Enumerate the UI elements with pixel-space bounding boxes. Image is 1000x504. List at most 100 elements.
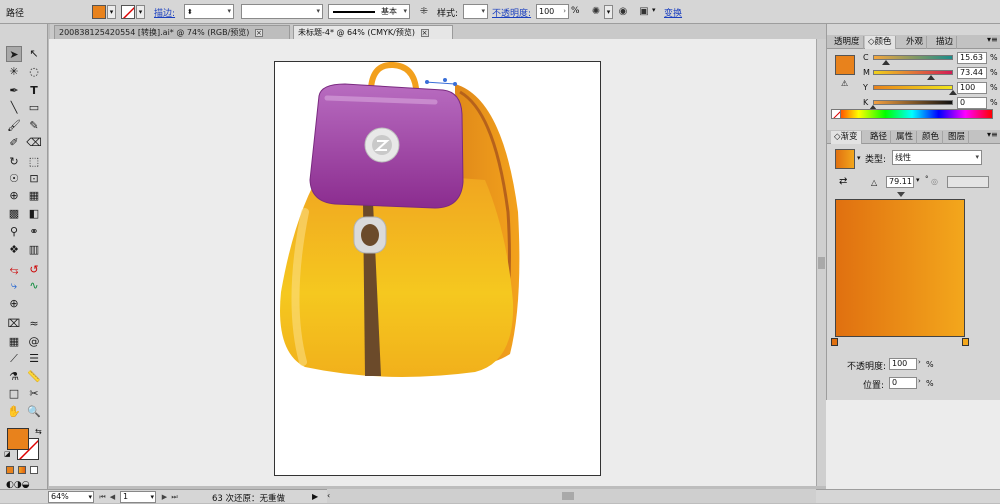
graphic-style-field[interactable]: ▾ (463, 4, 488, 19)
aspect-ratio-field[interactable] (947, 176, 989, 188)
tab-document-1[interactable]: 200838125420554 [转换].ai* @ 74% (RGB/预览) … (54, 25, 290, 39)
tab-document-2[interactable]: 未标题-4* @ 64% (CMYK/预览) × (293, 25, 453, 39)
selection-tool-icon[interactable]: ➤ (6, 46, 22, 62)
panel-menu-icon[interactable]: ▾≡ (987, 35, 998, 44)
eraser-icon[interactable]: ⌫ (26, 135, 42, 151)
tab-color[interactable]: ◇颜色 (865, 36, 896, 49)
color-spectrum[interactable] (831, 109, 993, 119)
rotate-view-icon[interactable]: ↺ (26, 262, 42, 278)
blend-tool-icon[interactable]: ⚭ (26, 224, 42, 240)
swap-colors-icon[interactable]: ⇆ (35, 427, 42, 436)
channel-slider-m[interactable] (873, 70, 953, 75)
blob-brush-icon[interactable]: ✐ (6, 135, 22, 151)
gradient-swatch[interactable] (835, 149, 855, 169)
gradient-stop-end[interactable] (962, 338, 969, 346)
magic-wand-icon[interactable]: ✳ (6, 64, 22, 80)
tab-attributes[interactable]: 属性 (893, 131, 918, 144)
chevron-down-icon[interactable]: ▾ (916, 176, 920, 184)
align-grid-icon[interactable]: ▣ (637, 5, 651, 19)
color-fill-swatch[interactable] (835, 55, 855, 75)
isolate-icon[interactable]: ◉ (616, 5, 630, 19)
eyedropper-alt-icon[interactable]: ⚗ (6, 369, 22, 385)
tab-layers[interactable]: 图层 (945, 131, 970, 144)
zoom-tool-icon[interactable]: 🔍 (26, 404, 42, 420)
tab-path[interactable]: 路径 (867, 131, 892, 144)
transform-link[interactable]: 变换 (664, 6, 682, 19)
opacity-field[interactable]: 100 › (536, 4, 569, 19)
channel-value-c[interactable]: 15.63 (957, 52, 987, 64)
close-icon[interactable]: × (420, 29, 429, 37)
none-swatch[interactable] (831, 109, 841, 119)
target-tool-icon[interactable]: ⊕ (6, 296, 22, 312)
zoom-field[interactable]: 64% ▾ (48, 491, 94, 503)
status-menu-icon[interactable]: ▶ (312, 492, 318, 501)
curvature-tool-icon[interactable]: ∿ (26, 278, 42, 294)
scroll-thumb[interactable] (562, 492, 574, 500)
artboard-number-field[interactable]: 1 ▾ (120, 491, 156, 503)
horizontal-scrollbar[interactable]: ‹ (327, 489, 816, 503)
slider-knob[interactable] (881, 60, 890, 65)
last-artboard-icon[interactable]: ⏭ (170, 492, 179, 502)
gradient-type-select[interactable]: 线性 ▾ (892, 150, 982, 165)
rotate-tool-icon[interactable]: ↻ (6, 154, 22, 170)
wave-icon[interactable]: ≈ (26, 316, 42, 332)
grid-tool-icon[interactable]: ▦ (6, 334, 22, 350)
pencil-icon[interactable]: ✎ (26, 118, 42, 134)
prev-artboard-icon[interactable]: ◀ (108, 492, 117, 502)
artboard[interactable] (274, 61, 601, 476)
recolor-dropdown[interactable]: ▾ (604, 5, 613, 19)
scroll-thumb[interactable] (818, 257, 825, 269)
slice-tool-icon[interactable]: ✂ (26, 386, 42, 402)
next-artboard-icon[interactable]: ▶ (160, 492, 169, 502)
default-colors-icon[interactable]: ◪ (4, 450, 11, 458)
spiral-tool-icon[interactable]: @ (26, 334, 42, 350)
stroke-dropdown[interactable]: ▾ (136, 5, 145, 19)
chevron-left-icon[interactable]: ‹ (327, 491, 330, 500)
column-graph-icon[interactable]: ▥ (26, 242, 42, 258)
tab-stroke[interactable]: 描边 (933, 36, 958, 49)
stop-opacity-field[interactable]: 100 (889, 358, 917, 370)
stop-location-field[interactable]: 0 (889, 377, 917, 389)
channel-slider-k[interactable] (873, 100, 953, 105)
chevron-right-icon[interactable]: › (918, 358, 921, 366)
stroke-weight-field[interactable]: ⬍ ▾ (184, 4, 234, 19)
tab-appearance[interactable]: 外观 (903, 36, 928, 49)
fill-color-box[interactable] (7, 428, 29, 450)
canvas-area[interactable] (49, 39, 816, 486)
type-tool-icon[interactable]: T (26, 83, 42, 99)
perspective-grid-icon[interactable]: ▦ (26, 188, 42, 204)
chevron-right-icon[interactable]: › (918, 377, 921, 385)
angle-field[interactable]: 79.11 (886, 176, 914, 188)
symbol-sprayer-icon[interactable]: ❖ (6, 242, 22, 258)
close-icon[interactable]: × (254, 29, 263, 37)
align-icon[interactable]: ⁜ (417, 5, 431, 19)
first-artboard-icon[interactable]: ⏮ (98, 492, 107, 502)
channel-value-k[interactable]: 0 (957, 97, 987, 109)
line-tool-icon[interactable]: ╲ (6, 100, 22, 116)
tab-transparency[interactable]: 透明度 (831, 36, 864, 49)
artboard-tool-icon[interactable]: □ (6, 386, 22, 402)
gradient-stop-start[interactable] (831, 338, 838, 346)
list-tool-icon[interactable]: ☰ (26, 351, 42, 367)
none-mode-icon[interactable] (30, 466, 38, 474)
width-tool-icon[interactable]: ⥃ (6, 262, 22, 278)
hand-tool-icon[interactable]: ✋ (6, 404, 22, 420)
tab-color-alt[interactable]: 颜色 (919, 131, 944, 144)
recolor-icon[interactable]: ✺ (589, 5, 603, 19)
stroke-link[interactable]: 描边: (154, 6, 175, 19)
anchor-tool-icon[interactable]: ⤷ (6, 278, 22, 294)
backpack-illustration[interactable] (275, 61, 602, 477)
channel-slider-y[interactable] (873, 85, 953, 90)
shape-builder-icon[interactable]: ⊕ (6, 188, 22, 204)
mesh-tool-icon[interactable]: ▩ (6, 206, 22, 222)
free-transform-icon[interactable]: ⊡ (26, 171, 42, 187)
brush-definition-field[interactable]: 基本 ▾ (328, 4, 410, 19)
color-mode-icon[interactable] (6, 466, 14, 474)
polygon-tool-icon[interactable]: ⟋ (6, 351, 22, 367)
pen-tool-icon[interactable]: ✒ (6, 83, 22, 99)
fill-swatch[interactable] (92, 5, 106, 19)
scale-tool-icon[interactable]: ⬚ (26, 154, 42, 170)
warp-tool-icon[interactable]: ☉ (6, 171, 22, 187)
panel-menu-icon[interactable]: ▾≡ (987, 130, 998, 139)
channel-value-m[interactable]: 73.44 (957, 67, 987, 79)
